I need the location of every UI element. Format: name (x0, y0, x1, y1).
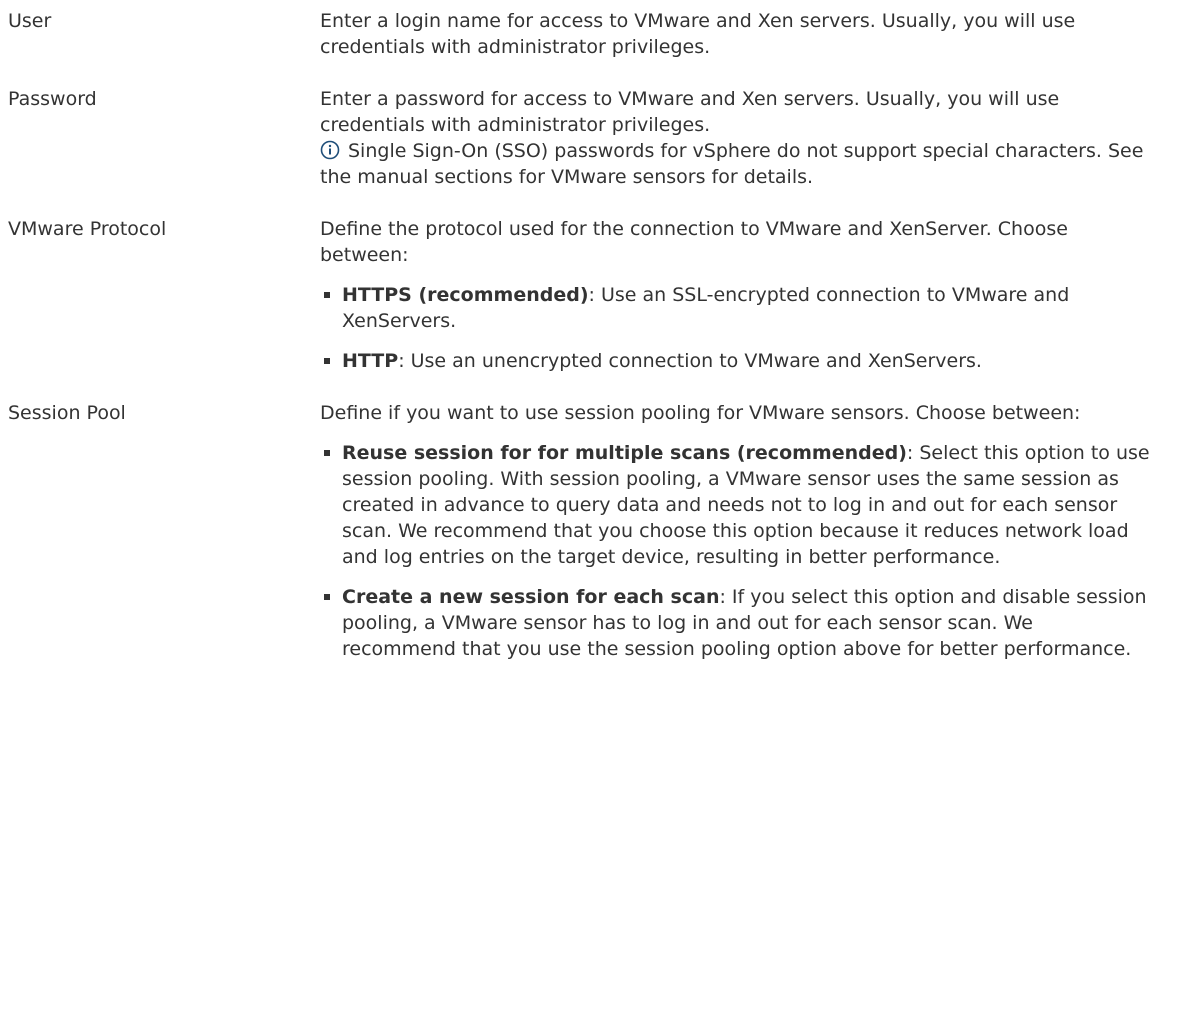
option-item: Create a new session for each scan: If y… (320, 584, 1152, 662)
setting-description-vmware-protocol: Define the protocol used for the connect… (320, 216, 1168, 374)
setting-row-password: Password Enter a password for access to … (0, 86, 1184, 190)
option-name: Reuse session for for multiple scans (re… (342, 442, 907, 464)
option-item: HTTP: Use an unencrypted connection to V… (320, 348, 1152, 374)
description-text: Define if you want to use session poolin… (320, 402, 1081, 424)
option-list: Reuse session for for multiple scans (re… (320, 440, 1152, 662)
option-item: Reuse session for for multiple scans (re… (320, 440, 1152, 570)
description-text: Enter a password for access to VMware an… (320, 88, 1060, 136)
setting-label-session-pool: Session Pool (8, 402, 126, 424)
setting-row-session-pool: Session Pool Define if you want to use s… (0, 400, 1184, 662)
setting-label-vmware-protocol: VMware Protocol (8, 218, 167, 240)
option-name: HTTPS (recommended) (342, 284, 589, 306)
setting-label-password: Password (8, 88, 97, 110)
setting-row-user: User Enter a login name for access to VM… (0, 8, 1184, 60)
settings-table: User Enter a login name for access to VM… (0, 0, 1184, 662)
setting-description-session-pool: Define if you want to use session poolin… (320, 400, 1168, 662)
info-note-text: Single Sign-On (SSO) passwords for vSphe… (320, 140, 1144, 188)
option-list: HTTPS (recommended): Use an SSL-encrypte… (320, 282, 1152, 374)
option-item: HTTPS (recommended): Use an SSL-encrypte… (320, 282, 1152, 334)
option-name: HTTP (342, 350, 399, 372)
option-name: Create a new session for each scan (342, 586, 720, 608)
description-text: Define the protocol used for the connect… (320, 218, 1068, 266)
info-note: Single Sign-On (SSO) passwords for vSphe… (320, 138, 1152, 190)
info-icon (320, 140, 340, 160)
description-text: Enter a login name for access to VMware … (320, 10, 1076, 58)
option-description: : Use an unencrypted connection to VMwar… (398, 350, 982, 372)
setting-description-user: Enter a login name for access to VMware … (320, 8, 1168, 60)
setting-description-password: Enter a password for access to VMware an… (320, 86, 1168, 190)
setting-label-user: User (8, 10, 52, 32)
setting-row-vmware-protocol: VMware Protocol Define the protocol used… (0, 216, 1184, 374)
